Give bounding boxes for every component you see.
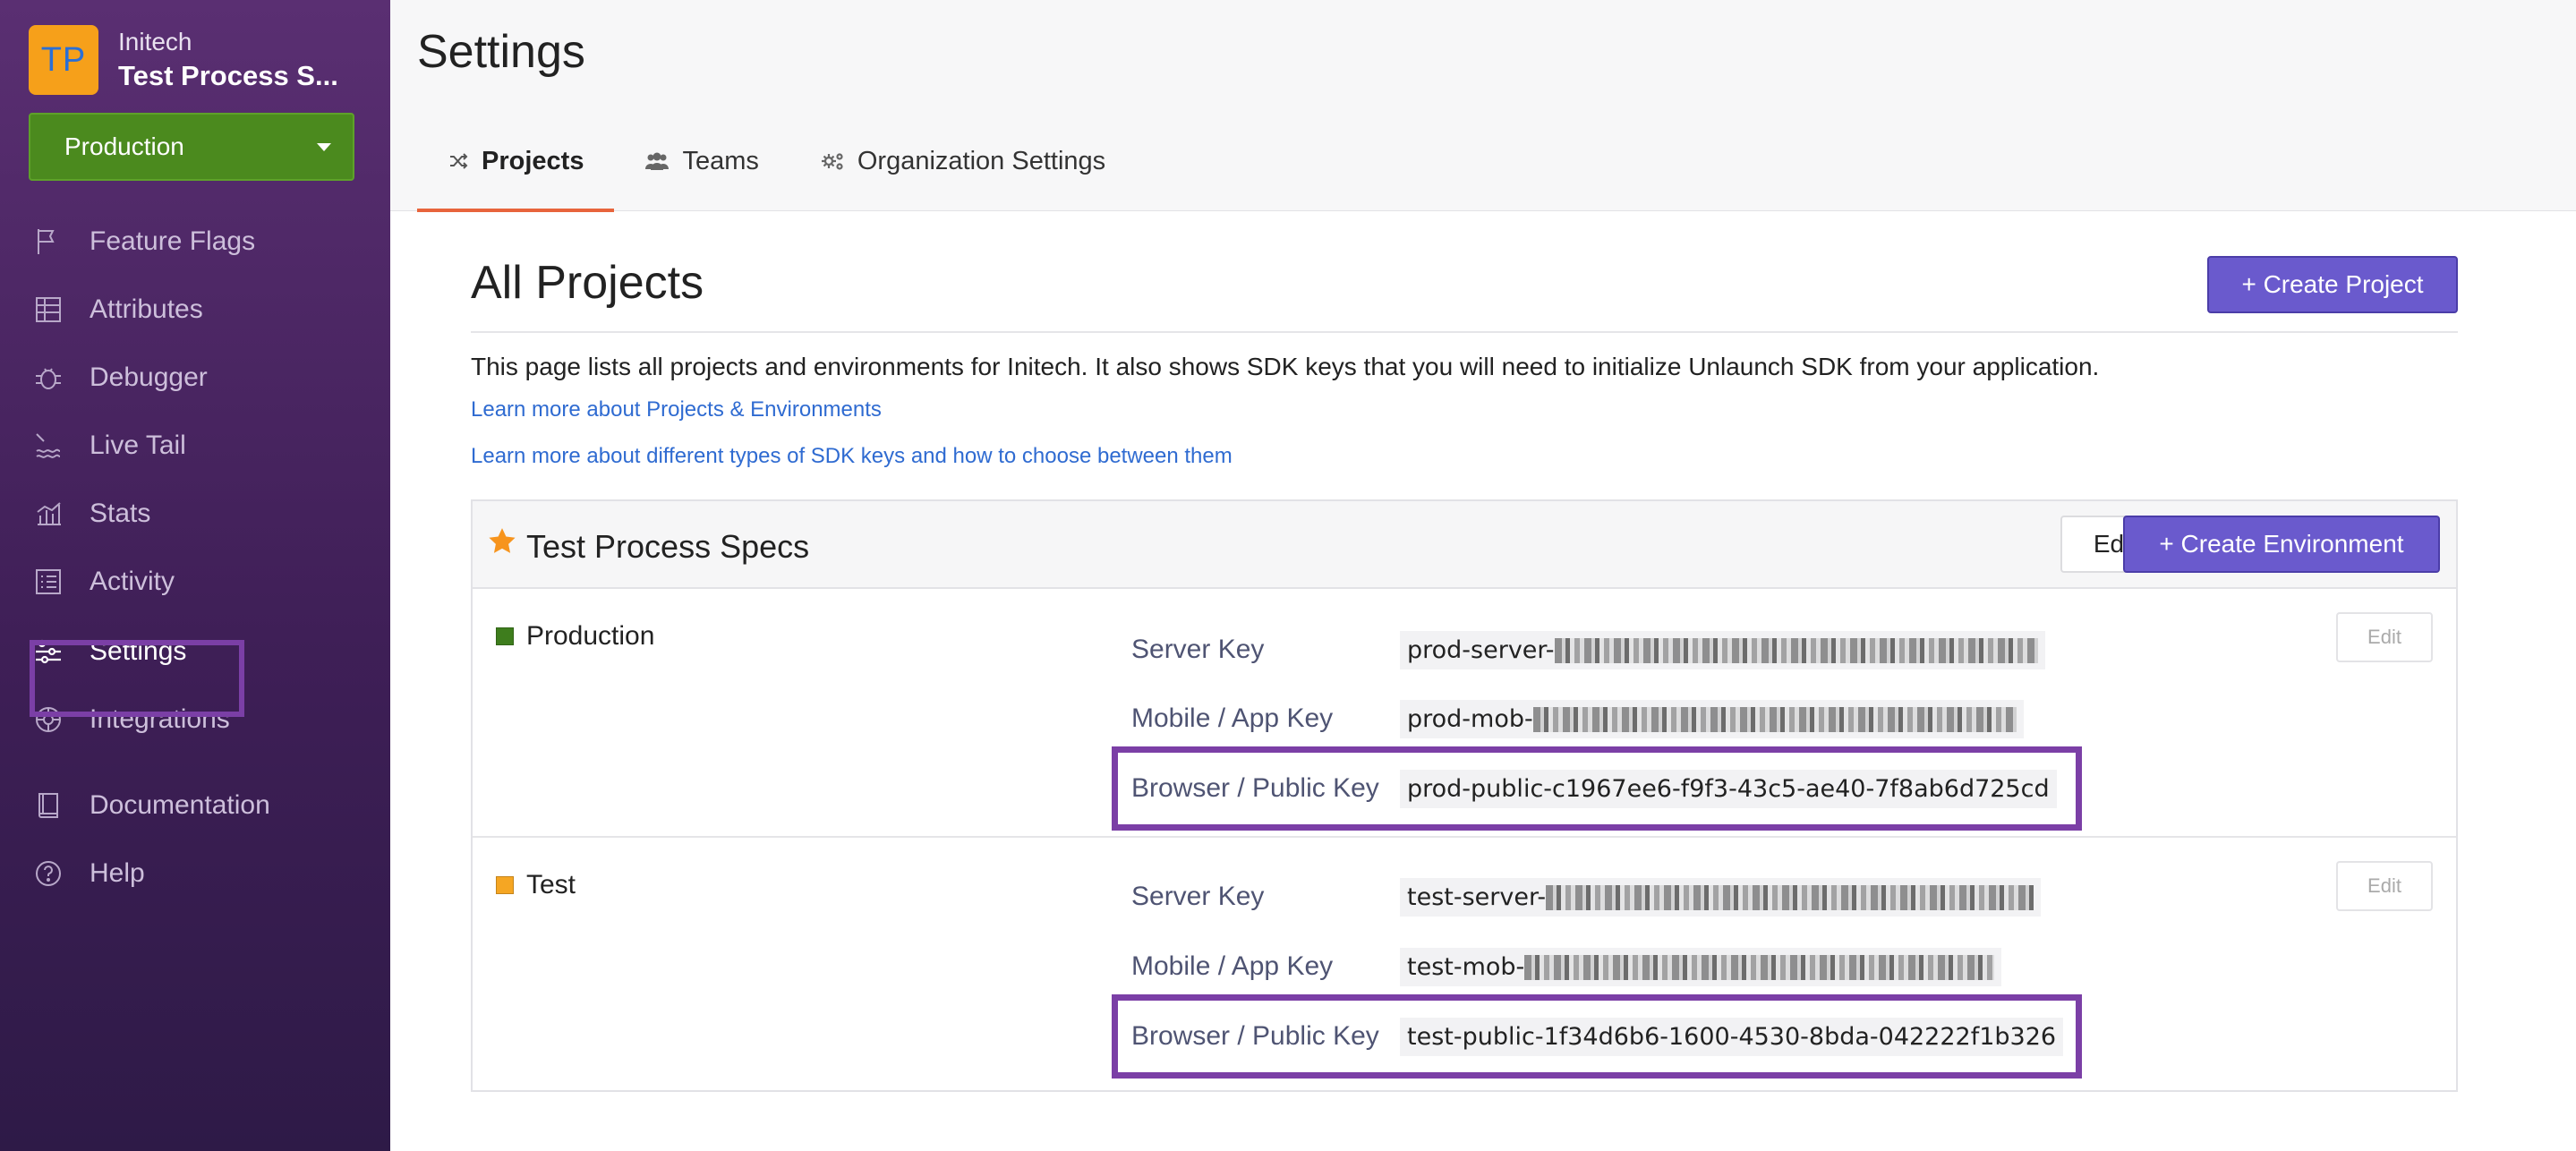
sidebar-item-label: Documentation <box>90 790 270 820</box>
sidebar-item-label: Debugger <box>90 362 208 392</box>
team-icon <box>644 151 670 171</box>
environment-row-test: Test Server Key test-server- Mobile / Ap… <box>473 838 2456 1090</box>
environment-color-swatch <box>496 876 514 894</box>
sidebar-item-attributes[interactable]: Attributes <box>30 281 203 338</box>
sidebar-item-label: Help <box>90 858 145 888</box>
browser-key-highlight-box <box>1112 746 2082 831</box>
project-name: Test Process S... <box>118 60 338 91</box>
sidebar-item-label: Activity <box>90 567 175 596</box>
brand-text: Initech Test Process S... <box>118 28 338 92</box>
environment-selector[interactable]: Production <box>29 113 354 181</box>
mobile-key-value[interactable]: test-mob- <box>1400 947 2002 986</box>
sidebar-item-label: Stats <box>90 499 151 528</box>
projects-section: All Projects + Create Project This page … <box>471 211 2458 1092</box>
server-key-row: Server Key prod-server- <box>1131 623 2045 677</box>
tab-projects[interactable]: Projects <box>417 112 615 212</box>
attributes-icon <box>30 292 66 328</box>
page-header: Settings Projects Teams Organization Set… <box>390 0 2576 212</box>
sidebar-item-activity[interactable]: Activity <box>30 553 175 610</box>
stats-icon <box>30 496 66 532</box>
sdk-keys-link[interactable]: Learn more about different types of SDK … <box>471 444 2458 469</box>
tab-organization-settings[interactable]: Organization Settings <box>789 112 1136 210</box>
environment-label: Production <box>526 621 655 651</box>
create-environment-button[interactable]: + Create Environment <box>2123 516 2440 573</box>
org-name: Initech <box>118 28 192 55</box>
tab-label: Projects <box>482 146 584 175</box>
sidebar-item-label: Feature Flags <box>90 226 256 256</box>
mobile-key-label: Mobile / App Key <box>1131 951 1334 981</box>
redacted-key-mask <box>1532 707 2017 732</box>
cogs-icon <box>820 150 845 172</box>
server-key-prefix: test-server- <box>1407 882 1547 911</box>
project-card-header: Test Process Specs Edit + Create Environ… <box>473 501 2456 589</box>
environment-name: Test <box>496 870 576 900</box>
environment-selector-value: Production <box>64 132 184 160</box>
sidebar-item-live-tail[interactable]: Live Tail <box>30 417 186 474</box>
activity-icon <box>30 564 66 600</box>
create-project-button[interactable]: + Create Project <box>2207 256 2458 313</box>
settings-highlight-box <box>30 640 244 717</box>
sidebar-item-documentation[interactable]: Documentation <box>30 777 270 834</box>
sidebar-item-label: Live Tail <box>90 431 186 460</box>
section-header: All Projects + Create Project <box>471 211 2458 333</box>
sidebar-item-stats[interactable]: Stats <box>30 485 150 542</box>
redacted-key-mask <box>1524 955 1995 980</box>
environment-row-production: Production Server Key prod-server- Mobil… <box>473 589 2456 838</box>
server-key-row: Server Key test-server- <box>1131 870 2042 924</box>
flag-icon <box>30 224 66 260</box>
environment-label: Test <box>526 870 576 899</box>
caret-down-icon <box>317 142 331 151</box>
page-description: This page lists all projects and environ… <box>471 353 2100 380</box>
environment-name: Production <box>496 621 654 652</box>
help-icon <box>30 856 66 891</box>
mobile-key-row: Mobile / App Key prod-mob- <box>1131 692 2024 746</box>
project-card: Test Process Specs Edit + Create Environ… <box>471 499 2458 1092</box>
redacted-key-mask <box>1546 885 2034 910</box>
sidebar: TP Initech Test Process S... Production … <box>0 0 390 1151</box>
server-key-value[interactable]: test-server- <box>1400 877 2042 917</box>
edit-environment-button[interactable]: Edit <box>2336 612 2433 662</box>
edit-environment-button[interactable]: Edit <box>2336 861 2433 911</box>
mobile-key-prefix: test-mob- <box>1407 952 1525 981</box>
mobile-key-prefix: prod-mob- <box>1407 704 1533 733</box>
sidebar-item-label: Attributes <box>90 294 203 324</box>
server-key-label: Server Key <box>1131 635 1265 664</box>
sidebar-item-help[interactable]: Help <box>30 845 145 902</box>
project-title: Test Process Specs <box>526 528 810 565</box>
settings-tabs: Projects Teams Organization Settings <box>417 112 1136 212</box>
bug-icon <box>30 360 66 396</box>
sidebar-item-feature-flags[interactable]: Feature Flags <box>30 213 255 270</box>
tab-label: Organization Settings <box>857 146 1106 175</box>
redacted-key-mask <box>1554 638 2038 663</box>
server-key-value[interactable]: prod-server- <box>1400 630 2045 669</box>
brand[interactable]: TP Initech Test Process S... <box>29 25 338 95</box>
page-title: Settings <box>417 26 585 78</box>
browser-key-highlight-box <box>1112 994 2082 1079</box>
tab-teams[interactable]: Teams <box>614 112 789 210</box>
project-logo: TP <box>29 25 98 95</box>
mobile-key-label: Mobile / App Key <box>1131 703 1334 733</box>
tab-label: Teams <box>682 146 759 175</box>
server-key-label: Server Key <box>1131 882 1265 911</box>
section-title: All Projects <box>471 257 704 309</box>
shuffle-icon <box>448 150 469 172</box>
sidebar-item-debugger[interactable]: Debugger <box>30 349 208 406</box>
main-content: Settings Projects Teams Organization Set… <box>390 0 2576 1151</box>
mobile-key-row: Mobile / App Key test-mob- <box>1131 940 2002 993</box>
live-tail-icon <box>30 428 66 464</box>
environment-color-swatch <box>496 627 514 645</box>
star-icon[interactable] <box>487 526 517 561</box>
mobile-key-value[interactable]: prod-mob- <box>1400 699 2024 738</box>
projects-environments-link[interactable]: Learn more about Projects & Environments <box>471 397 2458 422</box>
book-icon <box>30 788 66 823</box>
server-key-prefix: prod-server- <box>1407 635 1555 664</box>
